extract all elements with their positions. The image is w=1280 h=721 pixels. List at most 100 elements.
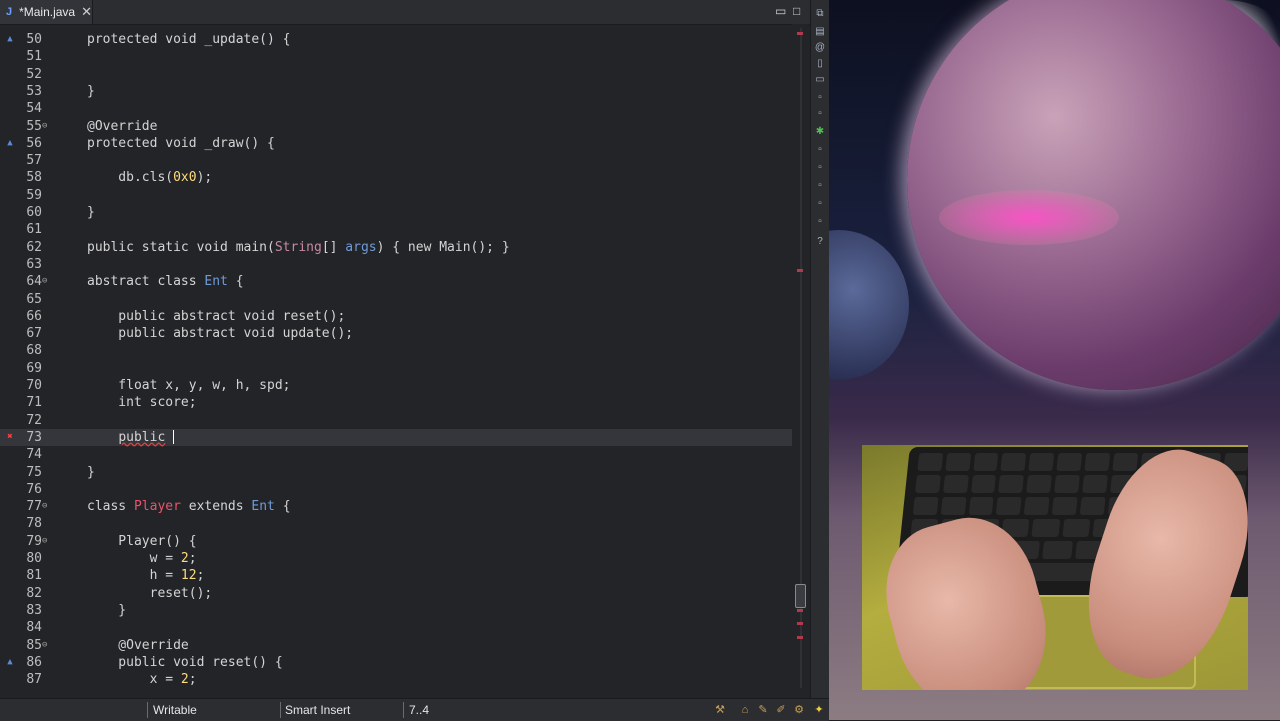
code-line[interactable]: 75} xyxy=(0,464,792,481)
code-line[interactable]: 64 ⊖ abstract class Ent { xyxy=(0,273,792,290)
code-line[interactable]: 76 xyxy=(0,481,792,498)
code-line[interactable]: 57 xyxy=(0,152,792,169)
code-line[interactable]: 69 xyxy=(0,360,792,377)
code-line[interactable]: ▲ 86 public void reset() { xyxy=(0,654,792,671)
code-line[interactable]: 82 reset(); xyxy=(0,585,792,602)
scroll-thumb[interactable] xyxy=(795,584,806,608)
code-line[interactable]: 84 xyxy=(0,619,792,636)
code-line[interactable]: 68 xyxy=(0,342,792,359)
code-line[interactable]: 62 public static void main(String[] args)… xyxy=(0,239,792,256)
code-line[interactable]: 72 xyxy=(0,412,792,429)
settings-icon[interactable]: ⚙ xyxy=(792,703,806,717)
code-text[interactable]: float x, y, w, h, spd; xyxy=(87,377,290,394)
wrench-icon[interactable]: ✎ xyxy=(756,703,770,717)
code-line[interactable]: 83 } xyxy=(0,602,792,619)
view-icon[interactable]: ▫ xyxy=(814,180,826,192)
code-text[interactable]: @Override xyxy=(87,118,157,135)
maximize-icon[interactable]: □ xyxy=(793,4,800,18)
code-line[interactable]: 52 xyxy=(0,66,792,83)
tab-main-java[interactable]: J *Main.java ✕ xyxy=(0,0,93,24)
view-icon[interactable]: ▫ xyxy=(814,144,826,156)
code-text[interactable]: class Player extends Ent { xyxy=(87,498,291,515)
overview-marker[interactable] xyxy=(797,32,803,35)
code-line[interactable]: ✖ 73 public xyxy=(0,428,792,446)
code-line[interactable]: ▲ 50 protected void _update() { xyxy=(0,31,792,48)
code-line[interactable]: 61 xyxy=(0,221,792,238)
close-icon[interactable]: ✕ xyxy=(81,4,92,20)
code-text[interactable]: protected void _update() { xyxy=(87,31,291,48)
view-icon[interactable]: ▫ xyxy=(814,162,826,174)
overview-marker[interactable] xyxy=(797,636,803,639)
code-text[interactable]: db.cls(0x0); xyxy=(87,169,212,186)
tip-icon[interactable]: ✦ xyxy=(812,703,826,717)
overview-marker[interactable] xyxy=(797,609,803,612)
fold-toggle-icon[interactable]: ⊖ xyxy=(42,533,52,550)
code-editor[interactable]: J *Main.java ✕ ▭ □ ▲ 50 protected void _up… xyxy=(0,0,829,720)
code-line[interactable]: 63 xyxy=(0,256,792,273)
code-line[interactable]: 67 public abstract void update(); xyxy=(0,325,792,342)
overview-marker[interactable] xyxy=(797,622,803,625)
code-line[interactable]: 54 xyxy=(0,100,792,117)
code-line[interactable]: 80 w = 2; xyxy=(0,550,792,567)
code-text[interactable]: } xyxy=(87,204,95,221)
code-text[interactable]: public abstract void reset(); xyxy=(87,308,345,325)
code-line[interactable]: 79 ⊖ Player() { xyxy=(0,533,792,550)
code-text[interactable]: protected void _draw() { xyxy=(87,135,275,152)
declaration-icon[interactable]: ▯ xyxy=(814,58,826,70)
code-line[interactable]: 58 db.cls(0x0); xyxy=(0,169,792,186)
view-icon[interactable]: ▫ xyxy=(814,108,826,120)
console-icon[interactable]: ⌂ xyxy=(738,703,752,717)
code-text[interactable]: Player() { xyxy=(87,533,196,550)
code-text[interactable]: int score; xyxy=(87,394,196,411)
code-text[interactable]: } xyxy=(87,464,95,481)
code-text[interactable]: w = 2; xyxy=(87,550,197,567)
code-line[interactable]: 66 public abstract void reset(); xyxy=(0,308,792,325)
code-line[interactable]: 78 xyxy=(0,515,792,532)
code-text[interactable]: reset(); xyxy=(87,585,213,602)
outline-icon[interactable]: ▤ xyxy=(814,26,826,38)
fold-toggle-icon[interactable]: ⊖ xyxy=(42,273,52,290)
code-line[interactable]: 53} xyxy=(0,83,792,100)
status-cursor-position[interactable]: 7..4 xyxy=(409,699,429,721)
code-line[interactable]: 51 xyxy=(0,48,792,65)
code-text[interactable]: public void reset() { xyxy=(87,654,282,671)
view-icon[interactable]: ▫ xyxy=(814,92,826,104)
fold-toggle-icon[interactable]: ⊖ xyxy=(42,118,52,135)
code-text[interactable]: h = 12; xyxy=(87,567,205,584)
view-icon[interactable]: ▫ xyxy=(814,216,826,228)
fold-toggle-icon[interactable]: ⊖ xyxy=(42,498,52,515)
debug-icon[interactable]: ✱ xyxy=(814,126,826,138)
code-line[interactable]: 87 x = 2; xyxy=(0,671,792,688)
status-insert-mode[interactable]: Smart Insert xyxy=(285,699,350,721)
code-text[interactable]: x = 2; xyxy=(87,671,197,688)
code-line[interactable]: 60} xyxy=(0,204,792,221)
fold-toggle-icon[interactable]: ⊖ xyxy=(42,637,52,654)
code-text[interactable]: public static void main(String[] args) {… xyxy=(87,239,510,256)
code-line[interactable]: 77 ⊖ class Player extends Ent { xyxy=(0,498,792,515)
javadoc-icon[interactable]: @ xyxy=(814,42,826,54)
code-text[interactable]: } xyxy=(87,602,126,619)
code-text[interactable]: public xyxy=(87,429,175,446)
code-text[interactable]: } xyxy=(87,83,95,100)
code-line[interactable]: 71 int score; xyxy=(0,394,792,411)
console-icon[interactable]: ▭ xyxy=(814,74,826,86)
brush-icon[interactable]: ✐ xyxy=(774,703,788,717)
code-line[interactable]: 85 ⊖ @Override xyxy=(0,637,792,654)
code-line[interactable]: 59 xyxy=(0,187,792,204)
code-text[interactable]: abstract class Ent { xyxy=(87,273,244,290)
code-line[interactable]: 70 float x, y, w, h, spd; xyxy=(0,377,792,394)
code-line[interactable]: 81 h = 12; xyxy=(0,567,792,584)
code-area[interactable]: ▲ 50 protected void _update() {51 52 53} 54 55… xyxy=(0,31,792,691)
tools-icon[interactable]: ⚒ xyxy=(713,703,727,717)
overview-marker[interactable] xyxy=(797,269,803,272)
code-line[interactable]: 55 ⊖ @Override xyxy=(0,118,792,135)
code-line[interactable]: ▲ 56 protected void _draw() { xyxy=(0,135,792,152)
code-line[interactable]: 65 xyxy=(0,291,792,308)
code-text[interactable]: public abstract void update(); xyxy=(87,325,353,342)
help-icon[interactable]: ? xyxy=(814,236,826,248)
code-text[interactable]: @Override xyxy=(87,637,188,654)
restore-icon[interactable]: ⧉ xyxy=(814,8,826,20)
view-icon[interactable]: ▫ xyxy=(814,198,826,210)
minimize-icon[interactable]: ▭ xyxy=(775,4,786,18)
code-line[interactable]: 74 xyxy=(0,446,792,463)
